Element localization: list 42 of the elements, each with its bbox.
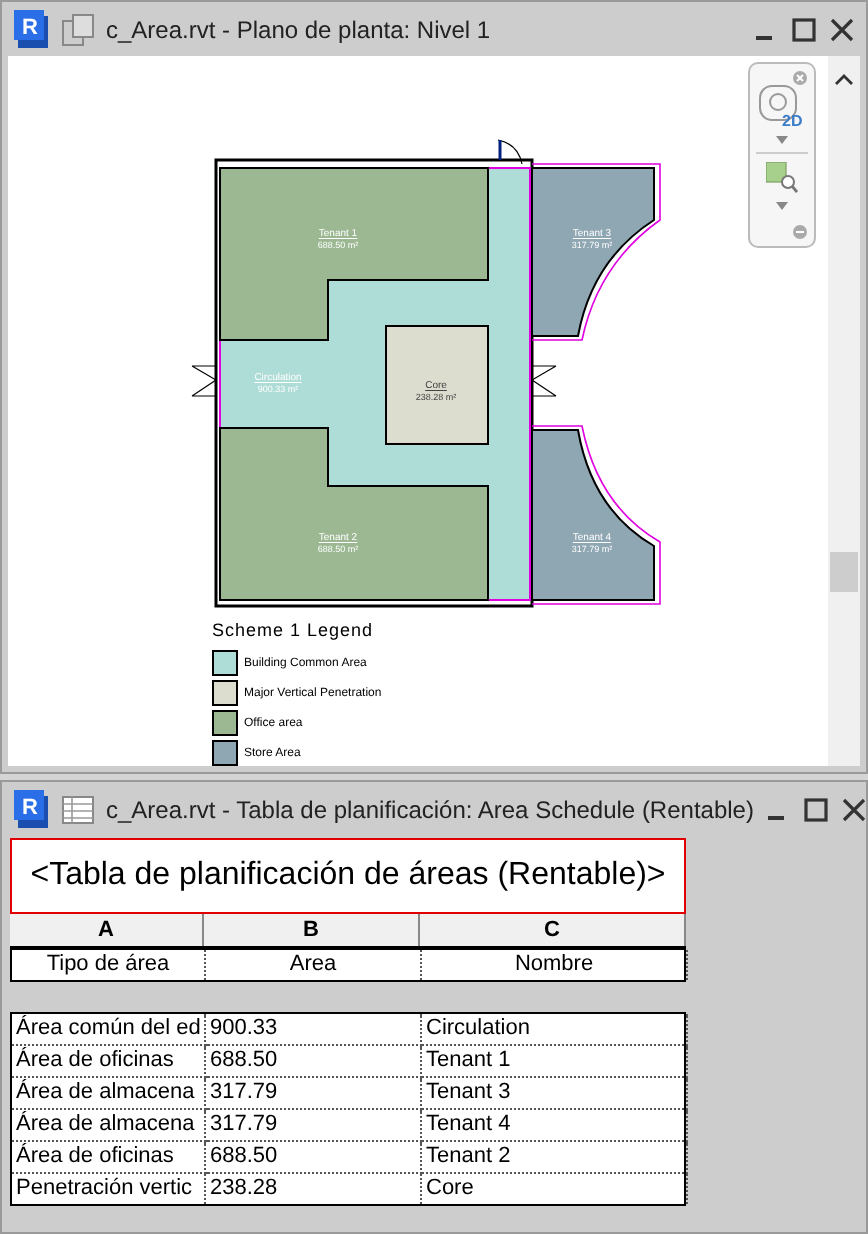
schedule-heading: <Tabla de planificación de áreas (Rentable)>	[10, 838, 686, 914]
table-cell: 317.79	[206, 1110, 422, 1142]
table-cell: 317.79	[206, 1078, 422, 1110]
close-icon[interactable]	[830, 17, 854, 41]
column-letter[interactable]: B	[204, 914, 420, 946]
table-cell: Tenant 2	[422, 1142, 688, 1174]
app-logo-icon: R	[14, 9, 50, 49]
column-header: Tipo de área	[12, 950, 206, 980]
close-icon[interactable]	[841, 797, 866, 821]
scrollbar[interactable]	[828, 56, 860, 766]
window-title: c_Area.rvt - Tabla de planificación: Area Schedule (Rentable)	[106, 795, 754, 823]
table-cell: Área de almacena	[12, 1078, 206, 1110]
legend-title: Scheme 1 Legend	[212, 620, 376, 640]
maximize-icon[interactable]	[803, 797, 828, 821]
table-cell: Área de oficinas	[12, 1142, 206, 1174]
table-cell: Tenant 3	[422, 1078, 688, 1110]
caret-icon[interactable]	[776, 202, 788, 210]
column-header: Nombre	[422, 950, 688, 980]
table-cell: 238.28	[206, 1174, 422, 1204]
app-logo-icon: R	[14, 789, 50, 829]
caret-icon[interactable]	[776, 136, 788, 144]
table-cell: Área de oficinas	[12, 1046, 206, 1078]
maximize-icon[interactable]	[792, 17, 816, 41]
table-cell: Circulation	[422, 1014, 688, 1046]
table-cell: Área de almacena	[12, 1110, 206, 1142]
column-header: Area	[206, 950, 422, 980]
window-title: c_Area.rvt - Plano de planta: Nivel 1	[106, 15, 493, 43]
table-cell: Penetración vertic	[12, 1174, 206, 1204]
table-cell: Core	[422, 1174, 688, 1204]
zoom-icon[interactable]	[766, 162, 798, 194]
scroll-up-icon[interactable]	[834, 72, 854, 88]
table-cell: Tenant 4	[422, 1110, 688, 1142]
scroll-thumb[interactable]	[830, 552, 858, 592]
table-cell: 900.33	[206, 1014, 422, 1046]
column-letter[interactable]: A	[10, 914, 204, 946]
column-letter[interactable]: C	[420, 914, 686, 946]
table-cell: Área común del ed	[12, 1014, 206, 1046]
views-icon	[62, 13, 94, 45]
table-icon	[62, 795, 94, 823]
table-cell: 688.50	[206, 1142, 422, 1174]
table-cell: 688.50	[206, 1046, 422, 1078]
table-cell: Tenant 1	[422, 1046, 688, 1078]
